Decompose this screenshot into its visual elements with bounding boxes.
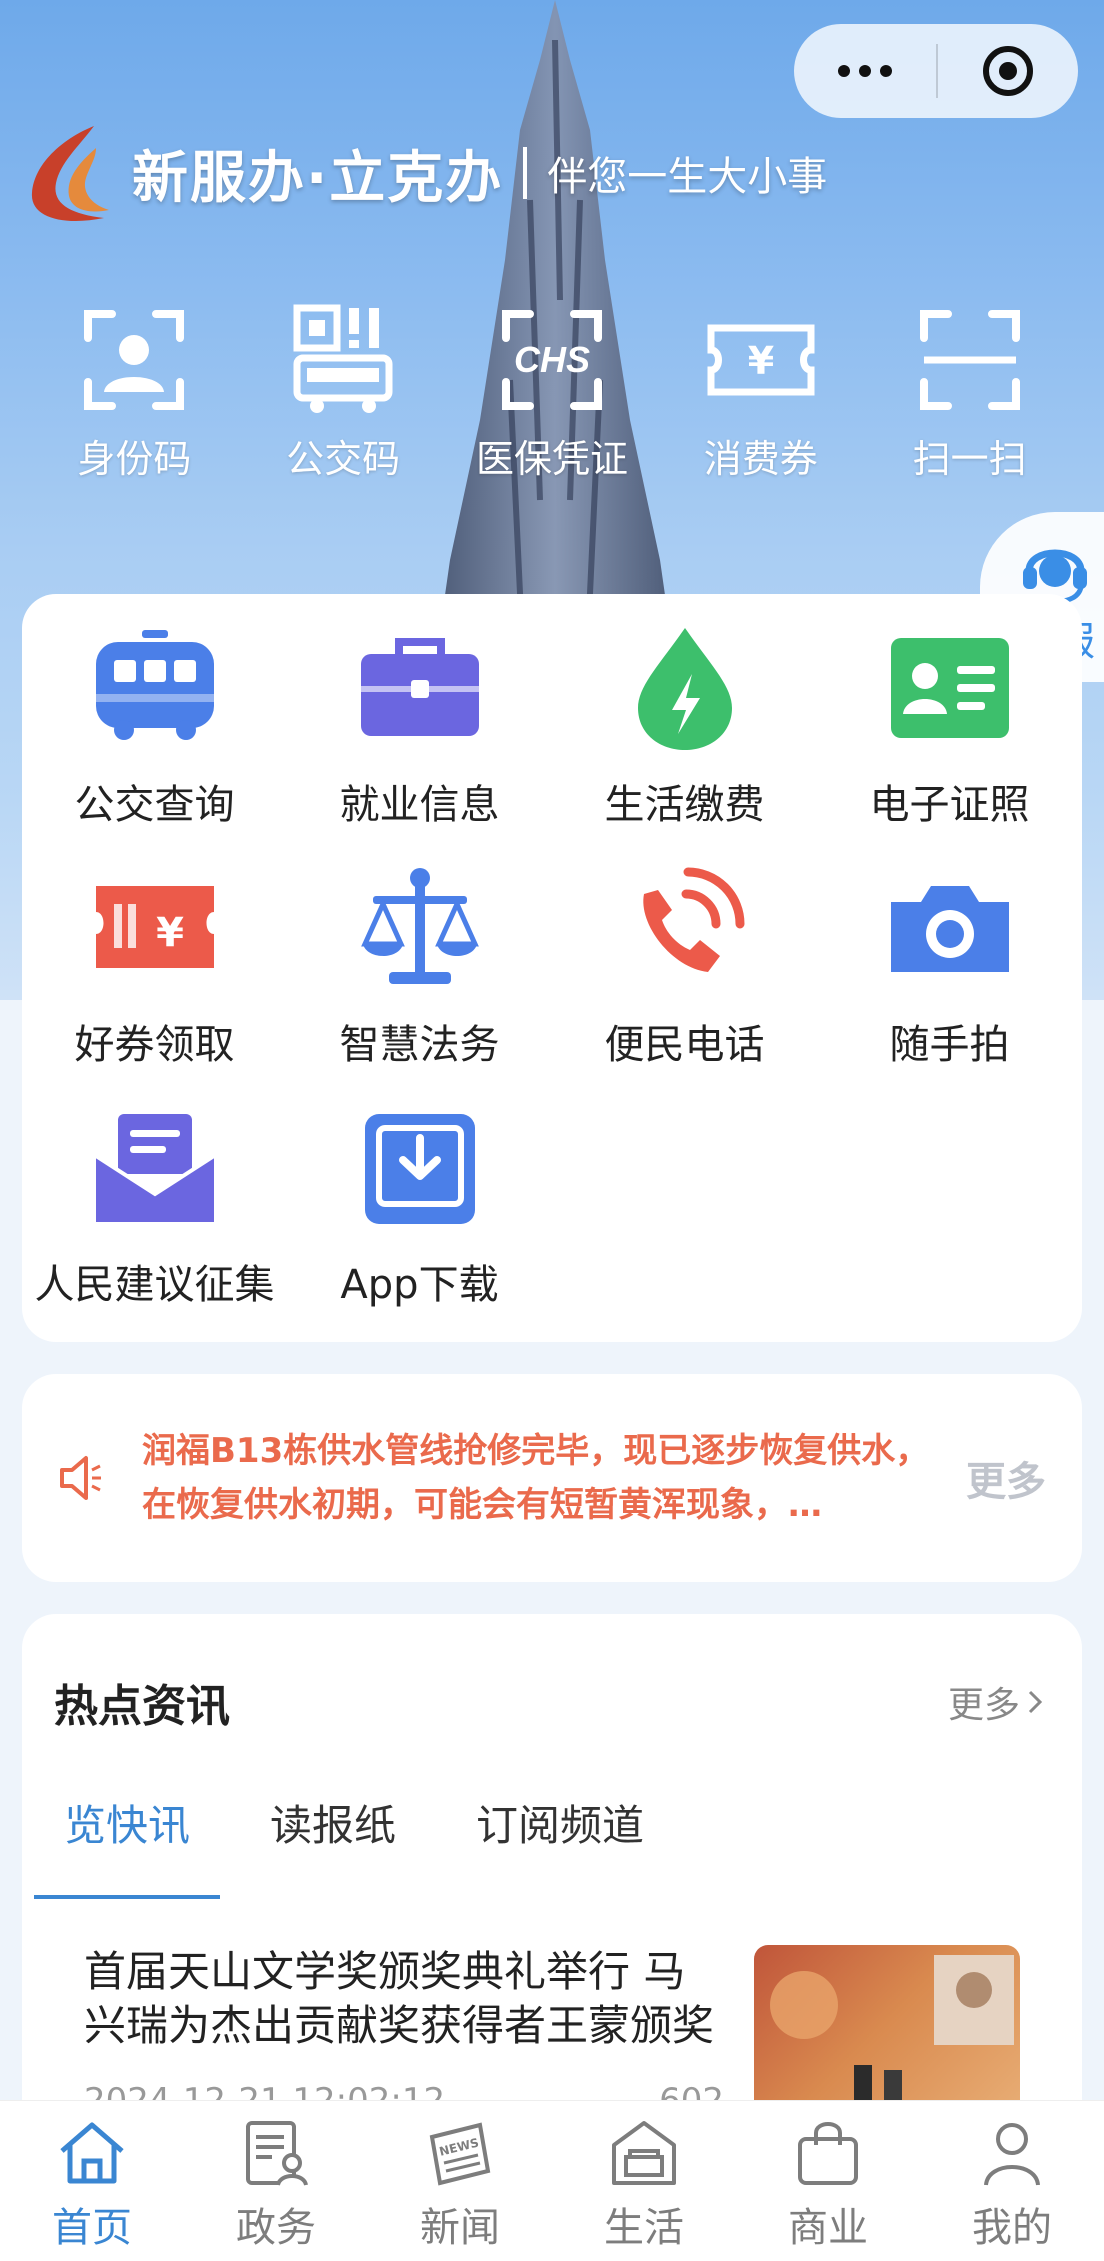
quick-action-id-code[interactable]: 身份码 [49, 300, 219, 483]
close-program-button[interactable] [938, 24, 1078, 118]
more-menu-button[interactable] [794, 24, 936, 118]
news-section-title: 热点资讯 [54, 1681, 230, 1732]
phone-icon [642, 867, 744, 972]
service-label: 就业信息 [339, 782, 500, 828]
app-slogan: 伴您一生大小事 [547, 154, 828, 200]
newspaper-icon: NEWS [429, 2122, 491, 2186]
quick-action-label: 医保凭证 [475, 437, 628, 481]
service-label: 好券领取 [74, 1022, 235, 1068]
tab-subscriptions[interactable]: 订阅频道 [476, 1792, 644, 1899]
download-icon [364, 1114, 475, 1224]
target-icon [983, 46, 1033, 96]
tab-label: 新闻 [420, 2205, 500, 2251]
quick-action-scan[interactable]: 扫一扫 [885, 300, 1055, 483]
quick-action-medical-insurance[interactable]: CHS 医保凭证 [467, 300, 637, 483]
services-card: 公交查询 就业信息 生活缴费 电子证照 ¥ 好券领取 智慧法务 便民电话 随手拍… [22, 594, 1082, 1342]
service-label: 便民电话 [604, 1022, 765, 1068]
tab-label: 生活 [604, 2205, 684, 2251]
quick-actions: 身份码 公交码 CHS 医保凭证 ¥ 消费券 扫一扫 [0, 300, 1104, 483]
service-utility-payment[interactable]: 生活缴费 [552, 624, 817, 864]
government-icon [246, 2121, 308, 2186]
notice-more-link[interactable]: 更多 [966, 1449, 1046, 1507]
service-bus-query[interactable]: 公交查询 [22, 624, 287, 864]
quick-action-label: 消费券 [703, 437, 818, 481]
tab-label: 政务 [236, 2205, 316, 2251]
tab-newspaper[interactable]: 读报纸 [270, 1792, 396, 1899]
medical-insurance-icon: CHS [501, 310, 602, 410]
brand-header: 新服办·立克办 伴您一生大小事 [24, 118, 827, 228]
tab-label: 我的 [972, 2205, 1052, 2251]
article-title: 首届天山文学奖颁奖典礼举行 马兴瑞为杰出贡献奖获得者王蒙颁奖 [84, 1947, 715, 2050]
tab-label: 首页 [52, 2205, 132, 2251]
service-label: App下载 [340, 1262, 499, 1308]
bottom-tab-bar: 首页 政务 NEWS 新闻 生活 商业 我的 [0, 2100, 1104, 2261]
energy-drop-icon [637, 628, 732, 750]
service-label: 电子证照 [869, 782, 1030, 828]
mail-icon [94, 1114, 215, 1222]
service-hotline[interactable]: 便民电话 [552, 864, 817, 1104]
ticket-icon: ¥ [95, 886, 214, 968]
mini-program-capsule [794, 24, 1078, 118]
id-code-icon [84, 310, 185, 410]
service-label: 公交查询 [74, 782, 235, 828]
speaker-icon [60, 1456, 101, 1500]
camera-icon [890, 886, 1009, 972]
bus-icon [95, 630, 214, 740]
quick-action-bus-code[interactable]: 公交码 [258, 300, 428, 483]
chevron-right-icon [1028, 1690, 1043, 1714]
scan-icon [919, 310, 1020, 410]
tab-home[interactable]: 首页 [17, 2101, 167, 2261]
dot [838, 65, 850, 77]
briefcase-icon [360, 638, 479, 736]
news-header: 热点资讯 更多 [22, 1614, 1082, 1734]
profile-icon [984, 2123, 1040, 2186]
coupon-icon: ¥ [707, 324, 815, 396]
home-icon [60, 2122, 124, 2184]
life-icon [612, 2121, 676, 2185]
tab-government[interactable]: 政务 [201, 2101, 351, 2261]
service-legal[interactable]: 智慧法务 [287, 864, 552, 1104]
services-grid: 公交查询 就业信息 生活缴费 电子证照 ¥ 好券领取 智慧法务 便民电话 随手拍… [22, 594, 1082, 1344]
quick-action-coupon[interactable]: ¥ 消费券 [676, 300, 846, 483]
app-name: 新服办·立克办 [132, 145, 504, 211]
tab-quick-news[interactable]: 览快讯 [33, 1792, 221, 1899]
svg-text:CHS: CHS [514, 339, 590, 380]
dot [880, 65, 892, 77]
service-app-download[interactable]: App下载 [287, 1104, 552, 1344]
service-employment[interactable]: 就业信息 [287, 624, 552, 864]
notice-text: 润福B13栋供水管线抢修完毕，现已逐步恢复供水，在恢复供水初期，可能会有短暂黄浑… [142, 1431, 930, 1525]
service-label: 随手拍 [889, 1022, 1010, 1068]
service-label: 智慧法务 [339, 1022, 500, 1068]
tab-life[interactable]: 生活 [569, 2101, 719, 2261]
quick-action-label: 扫一扫 [912, 437, 1027, 481]
scales-icon [360, 868, 479, 984]
svg-text:¥: ¥ [748, 339, 774, 383]
news-more-link[interactable]: 更多 [948, 1676, 1050, 1728]
tab-mine[interactable]: 我的 [937, 2101, 1087, 2261]
service-label: 生活缴费 [604, 782, 765, 828]
notice-bar[interactable]: 润福B13栋供水管线抢修完毕，现已逐步恢复供水，在恢复供水初期，可能会有短暂黄浑… [22, 1374, 1082, 1582]
quick-action-label: 公交码 [286, 437, 401, 481]
quick-action-label: 身份码 [77, 437, 192, 481]
brand-logo-icon [31, 126, 109, 221]
service-e-license[interactable]: 电子证照 [817, 624, 1082, 864]
tab-business[interactable]: 商业 [753, 2101, 903, 2261]
service-label: 人民建议征集 [34, 1262, 275, 1308]
service-coupons[interactable]: ¥ 好券领取 [22, 864, 287, 1104]
brand-divider [523, 147, 528, 199]
svg-text:¥: ¥ [156, 910, 184, 956]
service-suggestions[interactable]: 人民建议征集 [22, 1104, 287, 1344]
shopping-bag-icon [798, 2122, 858, 2185]
news-more-label: 更多 [947, 1685, 1020, 1726]
id-card-icon [890, 638, 1009, 738]
bus-code-icon [293, 304, 393, 413]
dot [859, 65, 871, 77]
tab-news[interactable]: NEWS 新闻 [385, 2101, 535, 2261]
news-tabs: 览快讯 读报纸 订阅频道 [22, 1792, 1082, 1899]
service-snapshot[interactable]: 随手拍 [817, 864, 1082, 1104]
tab-label: 商业 [788, 2205, 868, 2251]
